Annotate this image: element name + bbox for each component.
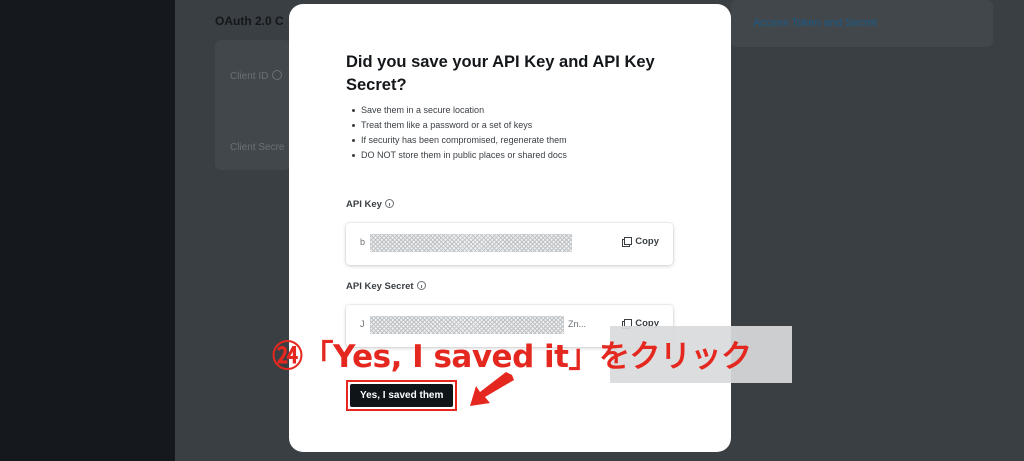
list-item: If security has been compromised, regene… [351,133,567,148]
background-access-token-link: Access Token and Secret [753,17,877,29]
api-key-secret-value-suffix: Zn... [568,319,587,329]
modal-title: Did you save your API Key and API Key Se… [346,53,655,94]
api-key-value-prefix: b [360,237,366,247]
list-item: DO NOT store them in public places or sh… [351,148,567,163]
background-client-secret-label: Client Secre [230,142,285,153]
api-key-secret-value-prefix: J [360,319,365,329]
copy-api-key-button[interactable]: Copy [622,236,659,247]
info-icon[interactable] [384,199,394,208]
list-item: Treat them like a password or a set of k… [351,118,567,133]
advice-list: Save them in a secure location Treat the… [351,103,567,163]
info-icon [272,70,283,80]
left-sidebar [0,0,175,461]
confirm-button-highlight: Yes, I saved them [346,380,458,411]
api-key-secret-label: API Key Secret [346,281,426,292]
red-arrow-icon [470,372,514,406]
background-client-id-label: Client ID [230,70,283,82]
redacted-api-key [370,234,572,252]
background-section-title: OAuth 2.0 C [215,14,284,28]
info-icon[interactable] [416,281,426,290]
yes-saved-button[interactable]: Yes, I saved them [350,384,454,407]
list-item: Save them in a secure location [351,103,567,118]
annotation-text: ㉔「Yes, I saved it」をクリック [272,339,752,375]
api-key-field[interactable]: b Copy [346,223,673,265]
copy-icon [622,237,633,247]
api-key-label: API Key [346,199,394,210]
